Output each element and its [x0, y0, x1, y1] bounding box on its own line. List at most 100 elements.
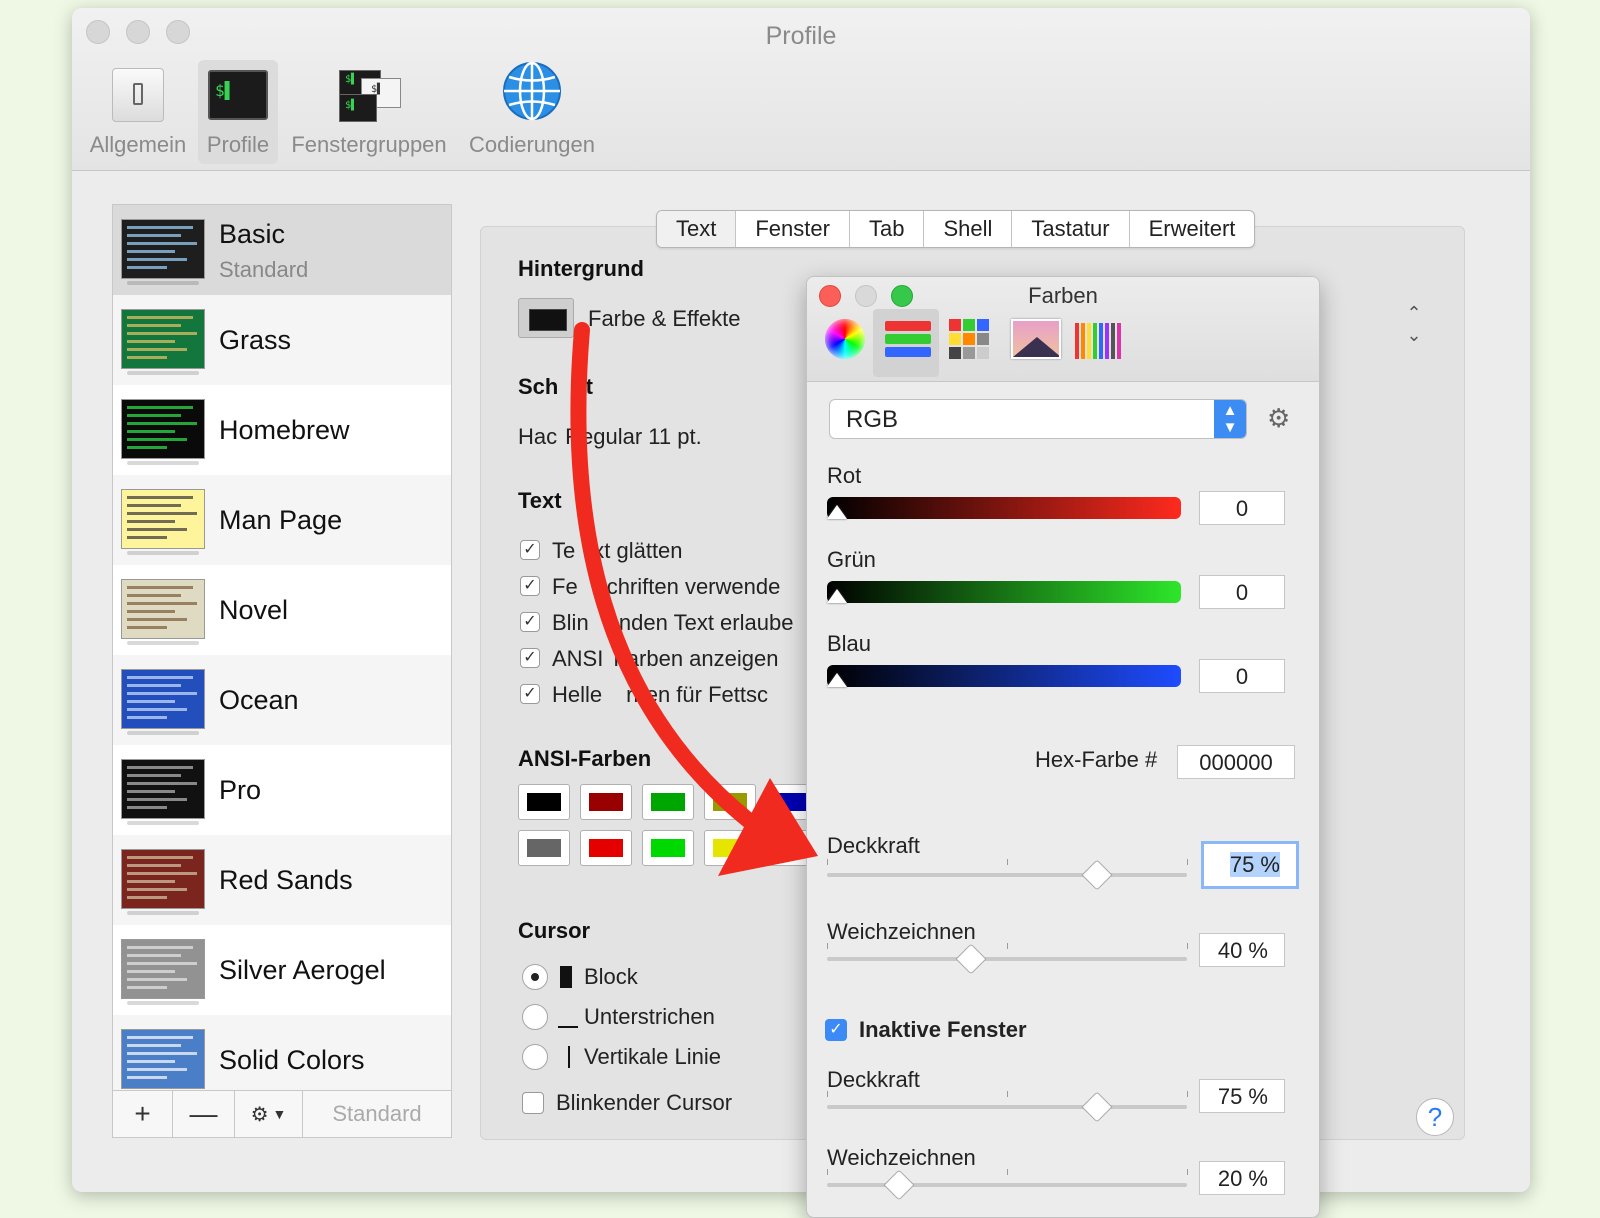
cursor-block-radio[interactable] — [522, 964, 548, 990]
blue-slider[interactable] — [827, 665, 1181, 687]
ansi-color-swatch[interactable] — [704, 784, 756, 820]
gear-icon[interactable]: ⚙ — [1267, 403, 1290, 434]
inactive-opacity-value-field[interactable]: 75 % — [1199, 1079, 1285, 1113]
profile-actions-button[interactable]: ⚙ ▼ — [235, 1091, 303, 1137]
blinking-cursor-checkbox[interactable] — [522, 1092, 544, 1114]
profile-item[interactable]: Basic Standard — [113, 205, 451, 295]
ansi-color-swatch[interactable] — [580, 830, 632, 866]
profile-name: Basic — [219, 219, 286, 249]
inactive-opacity-slider-track[interactable] — [827, 1105, 1187, 1109]
profile-preview-thumbnail — [121, 759, 205, 819]
background-color-well[interactable] — [518, 298, 574, 338]
toolbar-codierungen[interactable]: Codierungen — [460, 60, 604, 164]
ansi-color-swatch[interactable] — [580, 784, 632, 820]
blue-value-field[interactable]: 0 — [1199, 659, 1285, 693]
profile-item[interactable]: Silver Aerogel — [113, 925, 451, 1015]
profile-item[interactable]: Ocean — [113, 655, 451, 745]
inactive-opacity-slider-knob[interactable] — [1081, 1091, 1113, 1123]
inactive-windows-checkbox[interactable]: ✓ — [825, 1019, 847, 1041]
profile-item[interactable]: Homebrew — [113, 385, 451, 475]
profile-item[interactable]: Pro — [113, 745, 451, 835]
toolbar-allgemein[interactable]: Allgemein — [86, 60, 190, 164]
ansi-color-swatch[interactable] — [642, 830, 694, 866]
profile-item[interactable]: Red Sands — [113, 835, 451, 925]
terminal-icon: $▌ — [208, 70, 268, 120]
ansi-color-swatch[interactable] — [704, 830, 756, 866]
gear-icon: ⚙ — [250, 1103, 269, 1126]
cursor-underline-label: Unterstrichen — [584, 1004, 715, 1029]
cursor-vertical-radio[interactable] — [522, 1044, 548, 1070]
image-palettes-icon[interactable] — [1011, 319, 1061, 359]
profile-item[interactable]: Grass — [113, 295, 451, 385]
bold-fonts-label: Fe schriften verwende — [552, 574, 781, 599]
underline-cursor-icon — [558, 1026, 578, 1028]
toolbar-label: Fenstergruppen — [291, 132, 447, 157]
profile-preview-thumbnail — [121, 849, 205, 909]
updown-arrows-icon[interactable]: ⌃ ⌄ — [1402, 302, 1426, 348]
tab-tab[interactable]: Tab — [850, 211, 925, 247]
color-model-select[interactable]: RGB ▲ ▼ — [829, 399, 1247, 439]
toolbar-fenstergruppen[interactable]: $▌ $▌ $▌ Fenstergruppen — [286, 60, 452, 164]
colors-panel-title: Farben — [1028, 283, 1098, 308]
cursor-underline-radio[interactable] — [522, 1004, 548, 1030]
profile-item[interactable]: Novel — [113, 565, 451, 655]
green-value-field[interactable]: 0 — [1199, 575, 1285, 609]
opacity-value-field[interactable]: 75 % — [1201, 841, 1299, 889]
profile-preview-thumbnail — [121, 579, 205, 639]
blinking-text-checkbox[interactable]: ✓ — [520, 612, 540, 632]
pencils-icon[interactable] — [1075, 319, 1121, 359]
inactive-blur-slider-track[interactable] — [827, 1183, 1187, 1187]
toolbar-profile[interactable]: $▌ Profile — [198, 60, 278, 164]
help-button[interactable]: ? — [1416, 1098, 1454, 1136]
ansi-color-swatch[interactable] — [518, 784, 570, 820]
blinking-text-label: Blin enden Text erlaube — [552, 610, 794, 635]
cursor-block-label: Block — [584, 964, 638, 989]
add-profile-button[interactable]: + — [113, 1091, 173, 1137]
color-palettes-icon[interactable] — [949, 319, 989, 359]
bright-bold-checkbox[interactable]: ✓ — [520, 684, 540, 704]
blur-slider-track[interactable] — [827, 957, 1187, 961]
color-effects-label: Farbe & Effekte — [588, 306, 741, 331]
red-value-field[interactable]: 0 — [1199, 491, 1285, 525]
set-default-button[interactable]: Standard — [303, 1091, 451, 1137]
bold-fonts-checkbox[interactable]: ✓ — [520, 576, 540, 596]
green-slider[interactable] — [827, 581, 1181, 603]
opacity-slider-knob[interactable] — [1081, 859, 1113, 891]
ansi-color-swatch[interactable] — [518, 830, 570, 866]
opacity-slider-track[interactable] — [827, 873, 1187, 877]
opacity-label: Deckkraft — [827, 833, 920, 858]
blur-slider-knob[interactable] — [955, 943, 987, 975]
cursor-vertical-label: Vertikale Linie — [584, 1044, 721, 1069]
tab-fenster[interactable]: Fenster — [736, 211, 850, 247]
tab-erweitert[interactable]: Erweitert — [1130, 211, 1255, 247]
hex-value-field[interactable]: 000000 — [1177, 745, 1295, 779]
green-slider-knob[interactable] — [827, 589, 847, 603]
inactive-blur-slider-knob[interactable] — [883, 1169, 915, 1201]
color-sliders-icon[interactable] — [885, 319, 931, 357]
red-slider[interactable] — [827, 497, 1181, 519]
profile-preview-thumbnail — [121, 1029, 205, 1089]
tab-text[interactable]: Text — [657, 211, 737, 247]
profile-name: Grass — [219, 325, 292, 355]
blur-value-field[interactable]: 40 % — [1199, 933, 1285, 967]
inactive-blur-value-field[interactable]: 20 % — [1199, 1161, 1285, 1195]
profile-preview-thumbnail — [121, 309, 205, 369]
ansi-color-swatch[interactable] — [642, 784, 694, 820]
remove-profile-button[interactable]: — — [173, 1091, 235, 1137]
vertical-cursor-icon — [568, 1046, 570, 1068]
blue-slider-knob[interactable] — [827, 673, 847, 687]
profile-list[interactable]: Basic Standard Grass Homebrew Man Page Novel O… — [112, 204, 452, 1114]
toolbar-label: Allgemein — [89, 132, 187, 157]
profile-item[interactable]: Man Page — [113, 475, 451, 565]
chevron-down-icon: ▼ — [272, 1106, 287, 1122]
cursor-heading: Cursor — [518, 918, 591, 943]
blinking-cursor-label: Blinkender Cursor — [556, 1090, 733, 1115]
color-wheel-icon[interactable] — [825, 319, 865, 359]
tab-tastatur[interactable]: Tastatur — [1012, 211, 1130, 247]
font-change-button[interactable] — [518, 418, 798, 454]
smooth-text-checkbox[interactable]: ✓ — [520, 540, 540, 560]
tab-shell[interactable]: Shell — [924, 211, 1013, 247]
text-heading: Text — [518, 488, 562, 513]
red-slider-knob[interactable] — [827, 505, 847, 519]
ansi-colors-checkbox[interactable]: ✓ — [520, 648, 540, 668]
